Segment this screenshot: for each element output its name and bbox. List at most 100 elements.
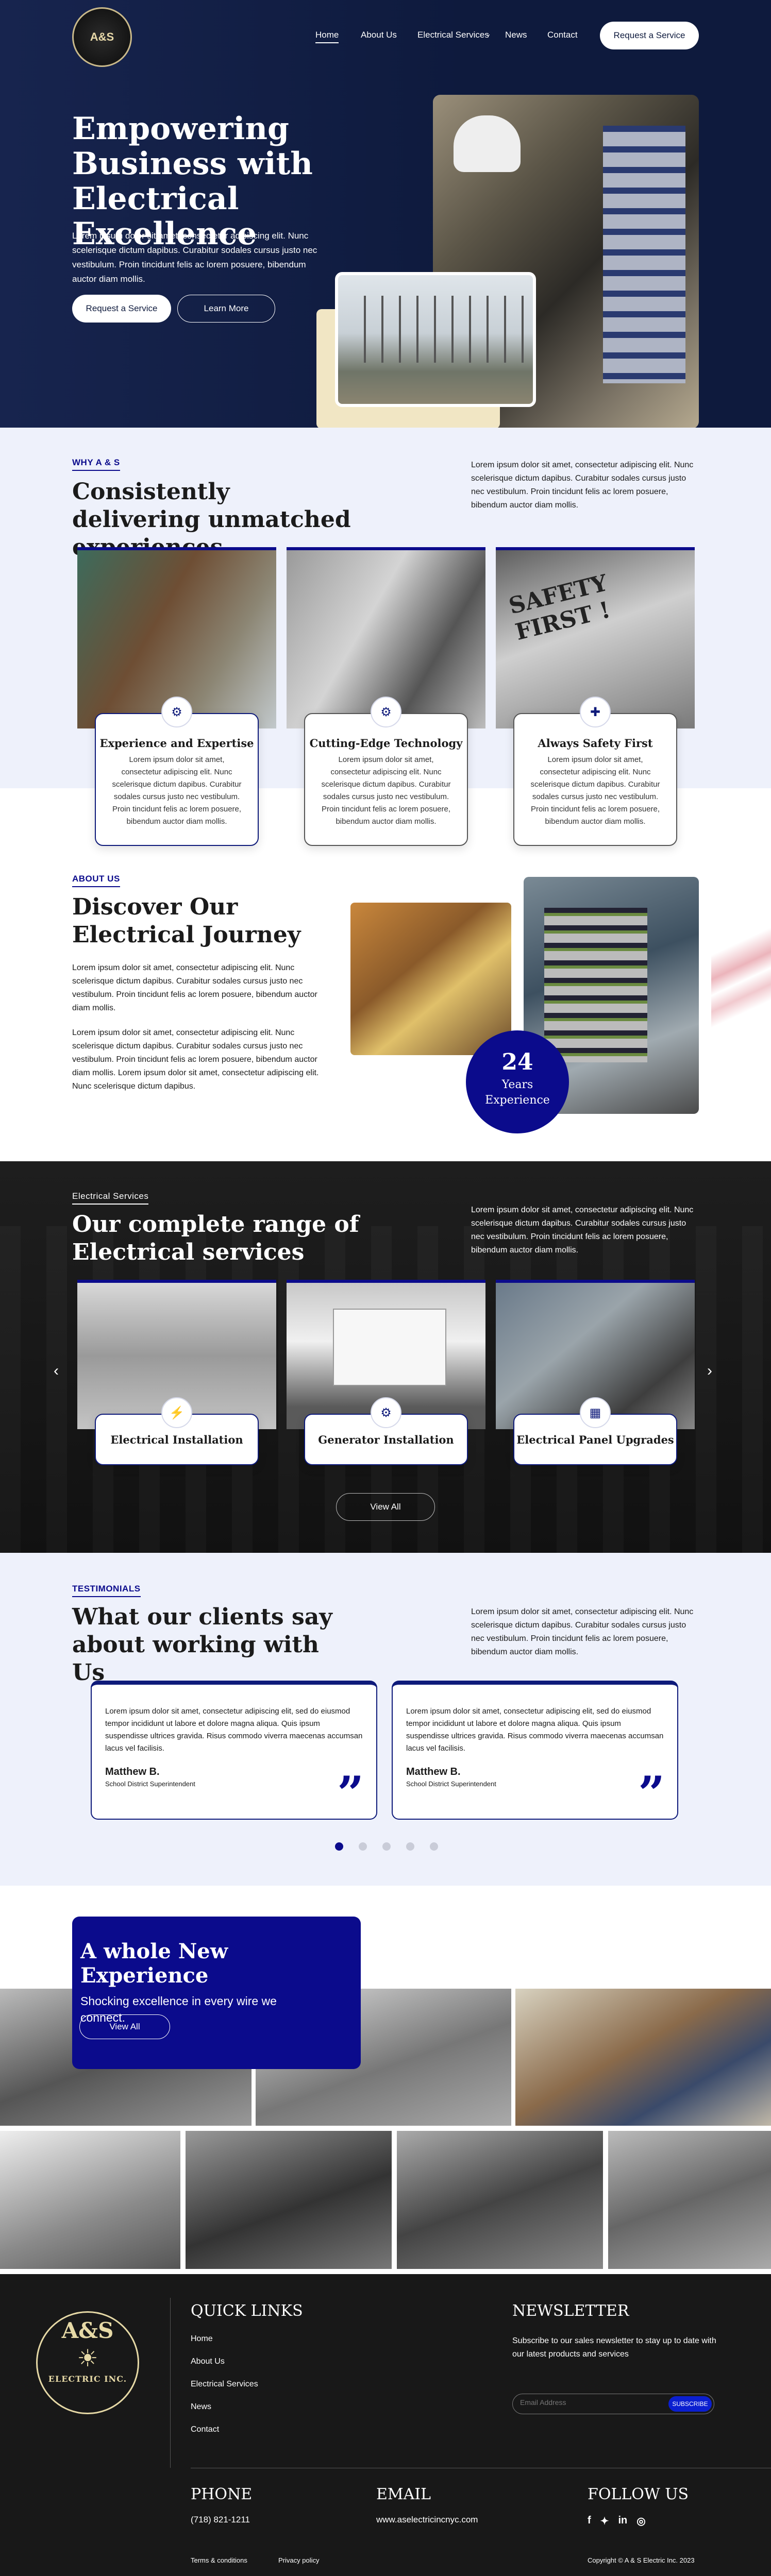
newsletter-form: SUBSCRIBE	[512, 2394, 714, 2414]
testimonial-role: School District Superintendent	[105, 1780, 195, 1788]
footer-follow: FOLLOW US f ✦ in ◎	[588, 2485, 689, 2528]
social-icons: f ✦ in ◎	[588, 2515, 689, 2528]
services-intro: Lorem ipsum dolor sit amet, consectetur …	[471, 1206, 694, 1255]
experience-badge: 24 Years Experience	[466, 1030, 569, 1133]
phone-value[interactable]: (718) 821-1211	[191, 2515, 252, 2525]
generator-shape	[333, 1309, 446, 1386]
about-paragraph-1: Lorem ipsum dolor sit amet, consectetur …	[72, 963, 317, 1012]
footer-phone: PHONE (718) 821-1211	[191, 2485, 252, 2525]
why-card-experience[interactable]: Experience and Expertise Lorem ipsum dol…	[95, 713, 259, 846]
terms-link[interactable]: Terms & conditions	[191, 2556, 247, 2564]
expertise-icon: ⚙	[161, 697, 192, 727]
why-card-safety[interactable]: Always Safety First Lorem ipsum dolor si…	[513, 713, 677, 846]
why-card-title: Experience and Expertise	[99, 737, 254, 750]
why-card-title: Always Safety First	[538, 737, 653, 750]
technology-icon: ⚙	[371, 697, 401, 727]
nav-about[interactable]: About Us	[361, 30, 397, 40]
gallery-photo-7	[608, 2131, 771, 2269]
decorative-stripes	[711, 907, 771, 1041]
why-label: WHY A & S	[72, 457, 120, 471]
panel-shape	[603, 126, 685, 383]
testimonials-label: TESTIMONIALS	[72, 1584, 141, 1597]
gallery-photo-4	[0, 2131, 180, 2269]
service-card-title: Generator Installation	[318, 1433, 454, 1446]
email-value[interactable]: www.aselectricincnyc.com	[376, 2515, 478, 2525]
carousel-dot[interactable]	[406, 1842, 414, 1851]
carousel-dot-active[interactable]	[335, 1842, 343, 1851]
hero-substation-photo	[335, 272, 536, 407]
gallery-promo-box: A whole New Experience Shocking excellen…	[72, 1917, 361, 2069]
hero-request-service-button[interactable]: Request a Service	[72, 295, 171, 323]
service-card-title: Electrical Panel Upgrades	[516, 1433, 674, 1446]
hero-body: Lorem ipsum dolor sit amet, consectetur …	[72, 231, 317, 284]
hero-learn-more-button[interactable]: Learn More	[177, 295, 275, 323]
services-title: Our complete range of Electrical service…	[72, 1211, 359, 1265]
why-card-technology[interactable]: Cutting-Edge Technology Lorem ipsum dolo…	[304, 713, 468, 846]
copyright: Copyright © A & S Electric Inc. 2023	[588, 2556, 695, 2564]
services-view-all-button[interactable]: View All	[336, 1493, 435, 1521]
about-title: Discover Our Electrical Journey	[72, 894, 301, 948]
testimonial-card-1: Lorem ipsum dolor sit amet, consectetur …	[91, 1681, 377, 1820]
generator-icon: ⚙	[371, 1397, 401, 1428]
quote-icon: ”	[337, 1766, 364, 1821]
testimonial-card-2: Lorem ipsum dolor sit amet, consectetur …	[392, 1681, 678, 1820]
why-intro: Lorem ipsum dolor sit amet, consectetur …	[471, 461, 694, 510]
safety-icon: ✚	[580, 697, 611, 727]
quick-links-title: QUICK LINKS	[191, 2302, 303, 2320]
testimonial-quote: Lorem ipsum dolor sit amet, consectetur …	[105, 1707, 363, 1753]
safety-first-sign: SAFETY FIRST !	[506, 569, 613, 646]
footer-link-news[interactable]: News	[191, 2402, 303, 2412]
carousel-dot[interactable]	[359, 1842, 367, 1851]
nav-home[interactable]: Home	[315, 30, 339, 43]
panel-icon: ▦	[580, 1397, 611, 1428]
facebook-icon[interactable]: f	[588, 2515, 591, 2528]
brand-logo[interactable]: A&S	[72, 7, 132, 67]
gallery-title: A whole New Experience	[80, 1939, 228, 1988]
nav-services[interactable]: Electrical Services	[417, 30, 489, 40]
testimonials-title: What our clients say about working with …	[72, 1604, 332, 1686]
footer-newsletter: NEWSLETTER Subscribe to our sales newsle…	[512, 2302, 718, 2361]
carousel-dot[interactable]	[382, 1842, 391, 1851]
gallery-view-all-button[interactable]: View All	[79, 2014, 170, 2039]
subscribe-button[interactable]: SUBSCRIBE	[668, 2396, 712, 2412]
testimonials-intro: Lorem ipsum dolor sit amet, consectetur …	[471, 1607, 694, 1656]
service-card-title: Electrical Installation	[110, 1433, 243, 1446]
testimonial-role: School District Superintendent	[406, 1780, 496, 1788]
privacy-link[interactable]: Privacy policy	[278, 2556, 319, 2564]
testimonial-name: Matthew B.	[105, 1766, 160, 1777]
email-input[interactable]	[520, 2398, 664, 2406]
nav-news[interactable]: News	[505, 30, 527, 40]
linkedin-icon[interactable]: in	[618, 2515, 627, 2528]
instagram-icon[interactable]: ◎	[636, 2515, 645, 2528]
quote-icon: ”	[638, 1766, 665, 1821]
badge-number: 24	[501, 1049, 533, 1075]
follow-title: FOLLOW US	[588, 2485, 689, 2503]
why-card-body: Lorem ipsum dolor sit amet, consectetur …	[530, 755, 660, 826]
about-photo-worker	[350, 903, 511, 1055]
why-card-body: Lorem ipsum dolor sit amet, consectetur …	[321, 755, 451, 826]
chevron-down-icon[interactable]: ⌄	[485, 30, 491, 38]
logo-text: A&S	[90, 30, 114, 43]
footer-logo-top: A&S	[61, 2318, 114, 2343]
twitter-icon[interactable]: ✦	[600, 2515, 609, 2528]
nav-request-service-button[interactable]: Request a Service	[600, 22, 699, 49]
email-title: EMAIL	[376, 2485, 431, 2503]
testimonial-name: Matthew B.	[406, 1766, 461, 1777]
footer-link-services[interactable]: Electrical Services	[191, 2380, 303, 2389]
why-card-body: Lorem ipsum dolor sit amet, consectetur …	[112, 755, 242, 826]
testimonial-dots	[335, 1842, 438, 1851]
footer-link-about[interactable]: About Us	[191, 2357, 303, 2366]
gallery-photo-5	[186, 2131, 392, 2269]
footer-link-contact[interactable]: Contact	[191, 2425, 303, 2434]
services-label: Electrical Services	[72, 1191, 149, 1205]
substation-frame	[348, 296, 524, 363]
carousel-dot[interactable]	[430, 1842, 438, 1851]
footer-link-home[interactable]: Home	[191, 2334, 303, 2344]
why-card-title: Cutting-Edge Technology	[309, 737, 463, 750]
footer-logo-bottom: ELECTRIC INC.	[48, 2374, 127, 2384]
newsletter-title: NEWSLETTER	[512, 2302, 629, 2320]
nav-contact[interactable]: Contact	[547, 30, 578, 40]
carousel-next-icon[interactable]: ›	[707, 1362, 712, 1380]
footer-logo: A&S ☀ ELECTRIC INC.	[36, 2311, 139, 2414]
carousel-prev-icon[interactable]: ‹	[54, 1362, 59, 1380]
